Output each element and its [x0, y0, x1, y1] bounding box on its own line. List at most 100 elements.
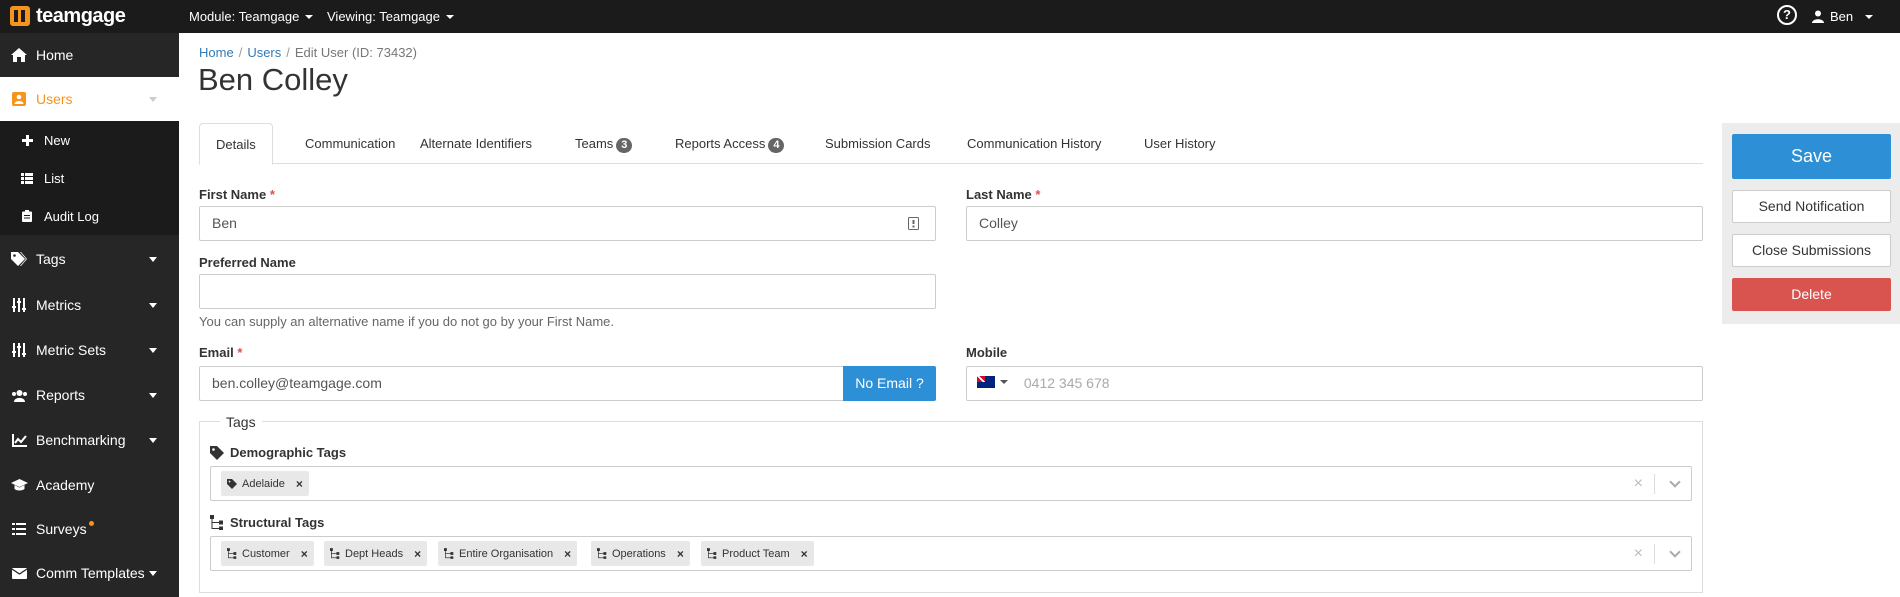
tab-label: Alternate Identifiers: [420, 136, 533, 151]
tag-chip-label: Operations: [612, 547, 666, 560]
chevron-down-icon: [149, 393, 157, 398]
tab-label: Submission Cards: [825, 136, 931, 151]
tab-communication-history[interactable]: Communication History: [951, 123, 1117, 164]
viewing-dropdown[interactable]: Viewing: Teamgage: [327, 0, 454, 33]
sidebar-subitem-label: New: [44, 132, 71, 148]
email-label-text: Email: [199, 345, 234, 360]
sidebar-item-tags[interactable]: Tags: [0, 237, 179, 281]
sidebar-item-home[interactable]: Home: [0, 33, 179, 77]
chevron-down-icon: [149, 257, 157, 262]
sidebar-item-label: Metric Sets: [36, 342, 107, 358]
sidebar-item-reports[interactable]: Reports: [0, 373, 179, 417]
tab-bar: Details Communication Alternate Identifi…: [199, 123, 1703, 165]
sidebar-item-benchmarking[interactable]: Benchmarking: [0, 418, 179, 462]
graduation-cap-icon: [10, 479, 28, 491]
chevron-down-icon: [149, 348, 157, 353]
sidebar-item-users[interactable]: Users: [0, 77, 179, 121]
remove-tag-icon[interactable]: ×: [414, 547, 421, 561]
breadcrumb-separator: /: [238, 45, 243, 60]
tab-alternate-identifiers[interactable]: Alternate Identifiers: [404, 123, 548, 164]
users-icon: [10, 389, 28, 402]
sidebar-subitem-new[interactable]: New: [0, 121, 179, 159]
tab-reports-access[interactable]: Reports Access 4: [659, 123, 800, 164]
last-name-value: Colley: [979, 215, 1018, 231]
home-icon: [10, 48, 28, 62]
tag-chip: Operations ×: [591, 541, 690, 566]
sidebar-item-surveys[interactable]: Surveys: [0, 507, 179, 551]
sidebar-item-label: Academy: [36, 477, 95, 493]
email-label: Email *: [199, 345, 242, 360]
tab-user-history[interactable]: User History: [1128, 123, 1232, 164]
hierarchy-icon: [444, 548, 454, 559]
tag-chip: Product Team ×: [701, 541, 814, 566]
close-submissions-button[interactable]: Close Submissions: [1732, 234, 1891, 267]
preferred-name-label: Preferred Name: [199, 255, 296, 270]
last-name-field[interactable]: Colley: [966, 206, 1703, 241]
country-selector[interactable]: [977, 376, 1008, 388]
user-name: Ben: [1830, 9, 1854, 24]
chevron-down-icon[interactable]: [1669, 476, 1681, 488]
preferred-name-field[interactable]: [199, 274, 936, 309]
sidebar-item-metrics[interactable]: Metrics: [0, 283, 179, 327]
chevron-down-icon[interactable]: [1669, 546, 1681, 558]
remove-tag-icon[interactable]: ×: [296, 477, 303, 491]
sidebar-item-comm-templates[interactable]: Comm Templates: [0, 551, 179, 595]
sidebar-item-metric-sets[interactable]: Metric Sets: [0, 328, 179, 372]
save-button[interactable]: Save: [1732, 134, 1891, 179]
sidebar-item-label: Metrics: [36, 297, 82, 313]
sidebar-subitem-audit-log[interactable]: Audit Log: [0, 197, 179, 235]
sliders-icon: [10, 298, 28, 312]
tag-chip: Customer ×: [221, 541, 314, 566]
first-name-field[interactable]: Ben: [199, 206, 936, 241]
remove-tag-icon[interactable]: ×: [677, 547, 684, 561]
tags-legend: Tags: [220, 414, 262, 430]
logo-text: teamgage: [36, 4, 126, 27]
remove-tag-icon[interactable]: ×: [301, 547, 308, 561]
logo-mark-icon: [10, 6, 30, 26]
sidebar-item-academy[interactable]: Academy: [0, 463, 179, 507]
breadcrumb-users-link[interactable]: Users: [247, 45, 281, 60]
sidebar-item-label: Home: [36, 47, 74, 63]
list-icon: [20, 172, 34, 184]
hierarchy-icon: [707, 548, 717, 559]
chevron-down-icon: [149, 303, 157, 308]
teamgage-logo[interactable]: teamgage: [10, 4, 126, 28]
hierarchy-icon: [597, 548, 607, 559]
plus-icon: [20, 134, 34, 146]
reports-access-count-badge: 4: [768, 138, 785, 153]
sidebar-subitem-label: Audit Log: [44, 208, 99, 224]
teams-count-badge: 3: [616, 138, 633, 153]
chevron-down-icon: [149, 97, 157, 102]
last-name-label-text: Last Name: [966, 187, 1032, 202]
tab-details[interactable]: Details: [199, 123, 273, 165]
chevron-down-icon: [149, 571, 157, 576]
chevron-down-icon: [446, 14, 454, 19]
remove-tag-icon[interactable]: ×: [564, 547, 571, 561]
remove-tag-icon[interactable]: ×: [801, 547, 808, 561]
sidebar-subitem-list[interactable]: List: [0, 159, 179, 197]
tab-communication[interactable]: Communication: [289, 123, 411, 164]
clear-selection-icon[interactable]: ×: [1634, 475, 1643, 493]
email-field[interactable]: ben.colley@teamgage.com: [199, 366, 844, 401]
mobile-field[interactable]: 0412 345 678: [966, 366, 1703, 401]
no-email-button[interactable]: No Email ?: [843, 366, 936, 401]
tag-chip-label: Dept Heads: [345, 547, 404, 560]
structural-tags-select[interactable]: Customer × Dept Heads × Entire Organisat…: [210, 536, 1692, 571]
help-icon[interactable]: ?: [1777, 5, 1797, 25]
tab-label: Communication History: [967, 136, 1102, 151]
demographic-tags-select[interactable]: Adelaide × ×: [210, 466, 1692, 501]
clear-selection-icon[interactable]: ×: [1634, 545, 1643, 563]
delete-button[interactable]: Delete: [1732, 278, 1891, 311]
email-value: ben.colley@teamgage.com: [212, 375, 382, 391]
user-menu[interactable]: Ben: [1812, 0, 1874, 33]
module-dropdown[interactable]: Module: Teamgage: [189, 0, 314, 33]
breadcrumb-home-link[interactable]: Home: [199, 45, 234, 60]
tag-chip: Adelaide ×: [221, 471, 309, 496]
tab-label: Details: [216, 137, 256, 152]
tab-submission-cards[interactable]: Submission Cards: [809, 123, 947, 164]
tab-teams[interactable]: Teams 3: [559, 123, 648, 164]
send-notification-button[interactable]: Send Notification: [1732, 190, 1891, 223]
tab-label: User History: [1144, 136, 1216, 151]
contact-card-icon: [908, 217, 919, 230]
tab-label: Reports Access: [675, 136, 766, 151]
